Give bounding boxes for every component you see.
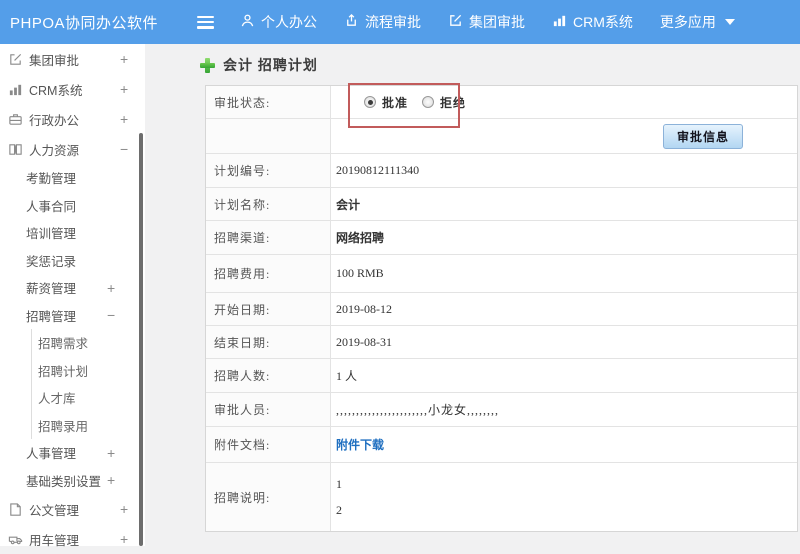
table-row-end-date: 结束日期: 2019-08-31 bbox=[206, 326, 797, 359]
sidebar-item-recruit-plan[interactable]: 招聘计划 bbox=[31, 356, 145, 384]
table-row-plan-no: 计划编号: 20190812111340 bbox=[206, 154, 797, 188]
field-value: 会计 bbox=[336, 197, 361, 212]
field-value: 20190812111340 bbox=[336, 163, 420, 177]
edit-icon bbox=[8, 52, 23, 67]
sidebar-item-hr[interactable]: 人力资源 − bbox=[0, 134, 145, 164]
edit-icon bbox=[448, 13, 469, 31]
expand-toggle[interactable]: + bbox=[107, 446, 115, 460]
field-label: 计划编号: bbox=[206, 154, 331, 187]
description-line: 2 bbox=[336, 502, 342, 517]
sidebar-item-admin-office[interactable]: 行政办公 + bbox=[0, 104, 145, 134]
field-value: 100 RMB bbox=[336, 266, 384, 280]
top-header: PHPOA协同办公软件 个人办公 流程审批 集团审批 CRM系统 更多应用 bbox=[0, 0, 800, 44]
sidebar-item-base-category[interactable]: 基础类别设置 + bbox=[0, 467, 145, 495]
top-nav: 个人办公 流程审批 集团审批 CRM系统 更多应用 bbox=[240, 12, 762, 32]
expand-toggle[interactable]: + bbox=[120, 502, 128, 516]
expand-toggle[interactable]: + bbox=[120, 532, 128, 546]
field-value: ,,,,,,,,,,,,,,,,,,,,,,,小龙女,,,,,,,, bbox=[336, 403, 500, 417]
table-row-plan-name: 计划名称: 会计 bbox=[206, 188, 797, 221]
sidebar-item-recruit-hire[interactable]: 招聘录用 bbox=[31, 411, 145, 439]
sidebar: 集团审批 + CRM系统 + 行政办公 + 人力资源 − 考勤管理 人事合同 培… bbox=[0, 44, 145, 548]
table-row-approvers: 审批人员: ,,,,,,,,,,,,,,,,,,,,,,,小龙女,,,,,,,, bbox=[206, 393, 797, 427]
nav-more-apps[interactable]: 更多应用 bbox=[660, 12, 735, 32]
bar-chart-icon bbox=[8, 82, 23, 97]
table-row-channel: 招聘渠道: 网络招聘 bbox=[206, 221, 797, 255]
expand-toggle[interactable]: + bbox=[120, 52, 128, 66]
nav-crm[interactable]: CRM系统 bbox=[552, 12, 633, 32]
table-row-cost: 招聘费用: 100 RMB bbox=[206, 255, 797, 293]
table-row-description: 招聘说明: 1 2 bbox=[206, 463, 797, 531]
field-label: 招聘说明: bbox=[206, 463, 331, 531]
table-row-start-date: 开始日期: 2019-08-12 bbox=[206, 293, 797, 326]
field-value: 2019-08-31 bbox=[336, 334, 392, 349]
field-value: 2019-08-12 bbox=[336, 301, 392, 316]
field-label: 计划名称: bbox=[206, 188, 331, 220]
field-label: 附件文档: bbox=[206, 427, 331, 462]
app-logo: PHPOA协同办公软件 bbox=[10, 14, 159, 32]
approval-info-button[interactable]: 审批信息 bbox=[662, 123, 743, 149]
recruit-plan-detail-table: 审批状态: 批准 拒绝 审批信息 计划编号: 20190812111340 计划… bbox=[205, 85, 798, 532]
sidebar-scrollbar[interactable] bbox=[139, 133, 143, 546]
field-label: 开始日期: bbox=[206, 293, 331, 325]
hamburger-menu-icon[interactable] bbox=[197, 15, 214, 29]
table-row-status: 审批状态: 批准 拒绝 bbox=[206, 86, 797, 119]
sidebar-item-training[interactable]: 培训管理 bbox=[0, 219, 145, 247]
field-value: 1 2 bbox=[331, 463, 797, 531]
user-icon bbox=[240, 13, 261, 31]
nav-process-approval[interactable]: 流程审批 bbox=[344, 12, 421, 32]
field-label: 招聘渠道: bbox=[206, 221, 331, 254]
approve-radio[interactable] bbox=[364, 96, 376, 108]
field-label: 招聘费用: bbox=[206, 255, 331, 292]
sidebar-item-crm[interactable]: CRM系统 + bbox=[0, 74, 145, 104]
briefcase-icon bbox=[8, 112, 23, 127]
sidebar-item-recruit-demand[interactable]: 招聘需求 bbox=[31, 329, 145, 357]
approve-radio-label[interactable]: 批准 bbox=[382, 94, 408, 111]
vehicle-icon bbox=[8, 532, 23, 547]
expand-toggle[interactable]: + bbox=[120, 82, 128, 96]
expand-toggle[interactable]: + bbox=[120, 112, 128, 126]
document-icon bbox=[8, 502, 23, 517]
reject-radio[interactable] bbox=[422, 96, 435, 108]
description-line: 1 bbox=[336, 476, 342, 491]
sidebar-item-group-approval[interactable]: 集团审批 + bbox=[0, 44, 145, 74]
sidebar-item-salary[interactable]: 薪资管理 + bbox=[0, 274, 145, 302]
nav-personal-office[interactable]: 个人办公 bbox=[240, 12, 317, 32]
status-radio-group: 批准 拒绝 bbox=[331, 86, 797, 118]
field-label: 结束日期: bbox=[206, 326, 331, 358]
field-value: 1 人 bbox=[336, 369, 358, 383]
field-label: 招聘人数: bbox=[206, 359, 331, 392]
field-label: 审批状态: bbox=[206, 86, 331, 118]
table-row-headcount: 招聘人数: 1 人 bbox=[206, 359, 797, 393]
attachment-download-link[interactable]: 附件下载 bbox=[336, 436, 384, 453]
caret-down-icon bbox=[724, 19, 735, 25]
book-icon bbox=[8, 142, 23, 157]
bar-chart-icon bbox=[552, 13, 573, 31]
page-title: 会计 招聘计划 bbox=[223, 57, 318, 73]
expand-toggle[interactable]: + bbox=[107, 281, 115, 295]
sidebar-item-document-mgmt[interactable]: 公文管理 + bbox=[0, 494, 145, 524]
field-label: 审批人员: bbox=[206, 393, 331, 426]
sidebar-item-personnel[interactable]: 人事管理 + bbox=[0, 439, 145, 467]
sidebar-item-talent-pool[interactable]: 人才库 bbox=[31, 384, 145, 412]
sidebar-item-hr-contract[interactable]: 人事合同 bbox=[0, 192, 145, 220]
reject-radio-label[interactable]: 拒绝 bbox=[440, 94, 466, 111]
sidebar-item-vehicle[interactable]: 用车管理 + bbox=[0, 524, 145, 554]
main-content: 会计 招聘计划 审批状态: 批准 拒绝 审批信息 计划编号: 201908121… bbox=[145, 44, 800, 546]
sidebar-item-attendance[interactable]: 考勤管理 bbox=[0, 164, 145, 192]
collapse-toggle[interactable]: − bbox=[120, 142, 128, 156]
table-row-button: 审批信息 bbox=[206, 119, 797, 154]
expand-toggle[interactable]: + bbox=[107, 473, 115, 487]
add-icon[interactable] bbox=[200, 57, 215, 73]
table-row-attachment: 附件文档: 附件下载 bbox=[206, 427, 797, 463]
process-icon bbox=[344, 13, 365, 31]
field-value: 网络招聘 bbox=[336, 231, 385, 245]
nav-group-approval[interactable]: 集团审批 bbox=[448, 12, 525, 32]
sidebar-item-recruit-mgmt[interactable]: 招聘管理 − bbox=[0, 302, 145, 330]
sidebar-item-rewards[interactable]: 奖惩记录 bbox=[0, 247, 145, 275]
collapse-toggle[interactable]: − bbox=[107, 308, 115, 322]
